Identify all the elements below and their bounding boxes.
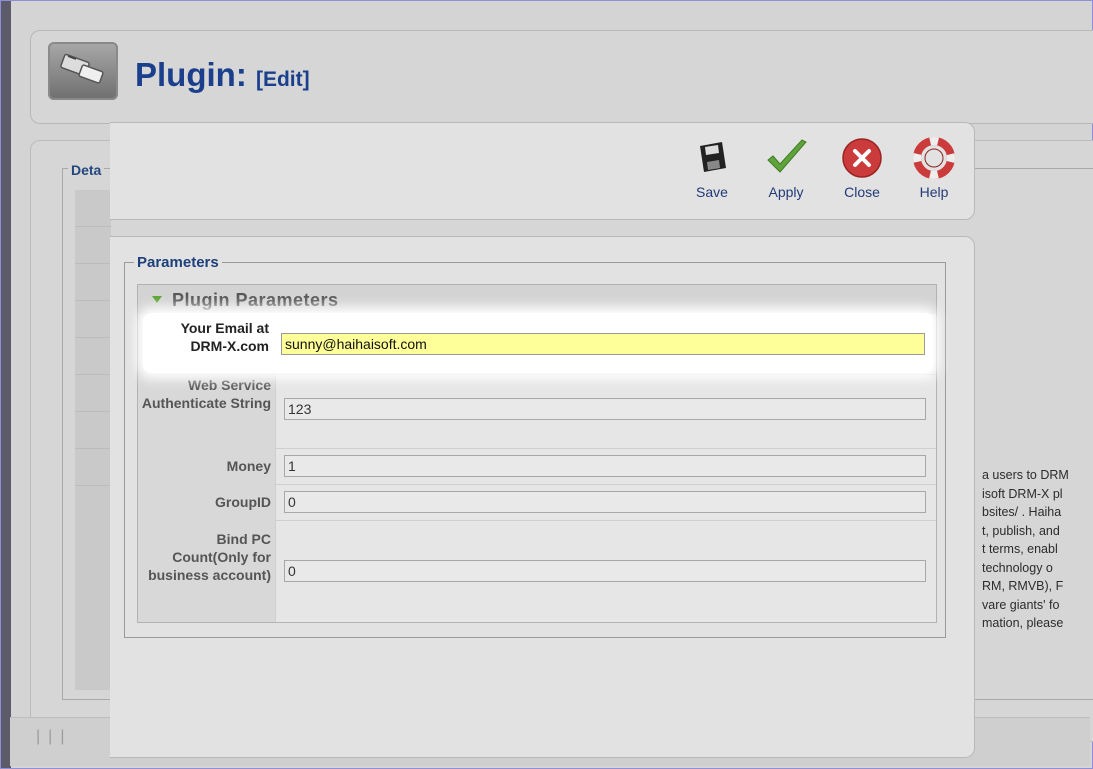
bind-pc-count-input[interactable] bbox=[284, 560, 926, 582]
description-line: t, publish, and bbox=[982, 523, 1060, 538]
apply-label: Apply bbox=[768, 184, 804, 200]
table-row: GroupID bbox=[138, 484, 936, 521]
plugin-parameters-toggle[interactable]: Plugin Parameters bbox=[137, 284, 937, 316]
help-button[interactable]: Help bbox=[904, 136, 964, 200]
email-input[interactable] bbox=[281, 333, 925, 355]
table-row: Web Service Authenticate String bbox=[138, 374, 936, 449]
help-label: Help bbox=[919, 184, 949, 200]
field-label: GroupID bbox=[138, 484, 276, 520]
details-column bbox=[75, 190, 111, 690]
email-label: Your Email at DRM-X.com bbox=[180, 320, 269, 354]
checkmark-icon bbox=[764, 136, 808, 180]
money-input[interactable] bbox=[284, 455, 926, 477]
plugin-description: a users to DRM isoft DRM-X pl bsites/ . … bbox=[982, 466, 1092, 633]
left-edge bbox=[1, 1, 11, 768]
description-line: a users to DRM bbox=[982, 468, 1069, 482]
groupid-input[interactable] bbox=[284, 491, 926, 513]
description-line: t terms, enabl bbox=[982, 542, 1058, 556]
floppy-disk-icon bbox=[690, 136, 734, 180]
web-service-string-input[interactable] bbox=[284, 398, 926, 420]
bottom-divider-ticks: ||| bbox=[36, 728, 73, 745]
field-label: Web Service Authenticate String bbox=[138, 374, 276, 448]
table-row: Bind PC Count(Only for business account) bbox=[138, 520, 936, 622]
close-x-icon bbox=[840, 136, 884, 180]
page-title: Plugin: [Edit] bbox=[135, 56, 310, 94]
parameters-legend: Parameters bbox=[134, 254, 222, 271]
field-label: Bind PC Count(Only for business account) bbox=[138, 520, 276, 622]
close-button[interactable]: Close bbox=[832, 136, 892, 200]
plugin-icon bbox=[48, 42, 118, 100]
description-line: technology o bbox=[982, 560, 1053, 575]
lifebuoy-icon bbox=[912, 136, 956, 180]
save-label: Save bbox=[696, 184, 728, 200]
table-row: Money bbox=[138, 448, 936, 485]
save-button[interactable]: Save bbox=[682, 136, 742, 200]
field-label: Money bbox=[138, 448, 276, 484]
details-legend: Deta bbox=[68, 162, 105, 178]
highlighted-email-row: Your Email at DRM-X.com bbox=[143, 313, 933, 373]
apply-button[interactable]: Apply bbox=[756, 136, 816, 200]
page-title-main: Plugin: bbox=[135, 56, 247, 93]
description-line: bsites/ . Haiha bbox=[982, 505, 1062, 519]
description-line: RM, RMVB), F bbox=[982, 579, 1064, 593]
expand-arrow-icon bbox=[152, 296, 162, 303]
close-label: Close bbox=[844, 184, 880, 200]
plugin-parameters-title: Plugin Parameters bbox=[172, 290, 339, 310]
page-title-mode: [Edit] bbox=[255, 68, 310, 91]
description-line: mation, please bbox=[982, 616, 1064, 630]
description-line: isoft DRM-X pl bbox=[982, 486, 1063, 501]
description-line: vare giants' fo bbox=[982, 597, 1060, 612]
